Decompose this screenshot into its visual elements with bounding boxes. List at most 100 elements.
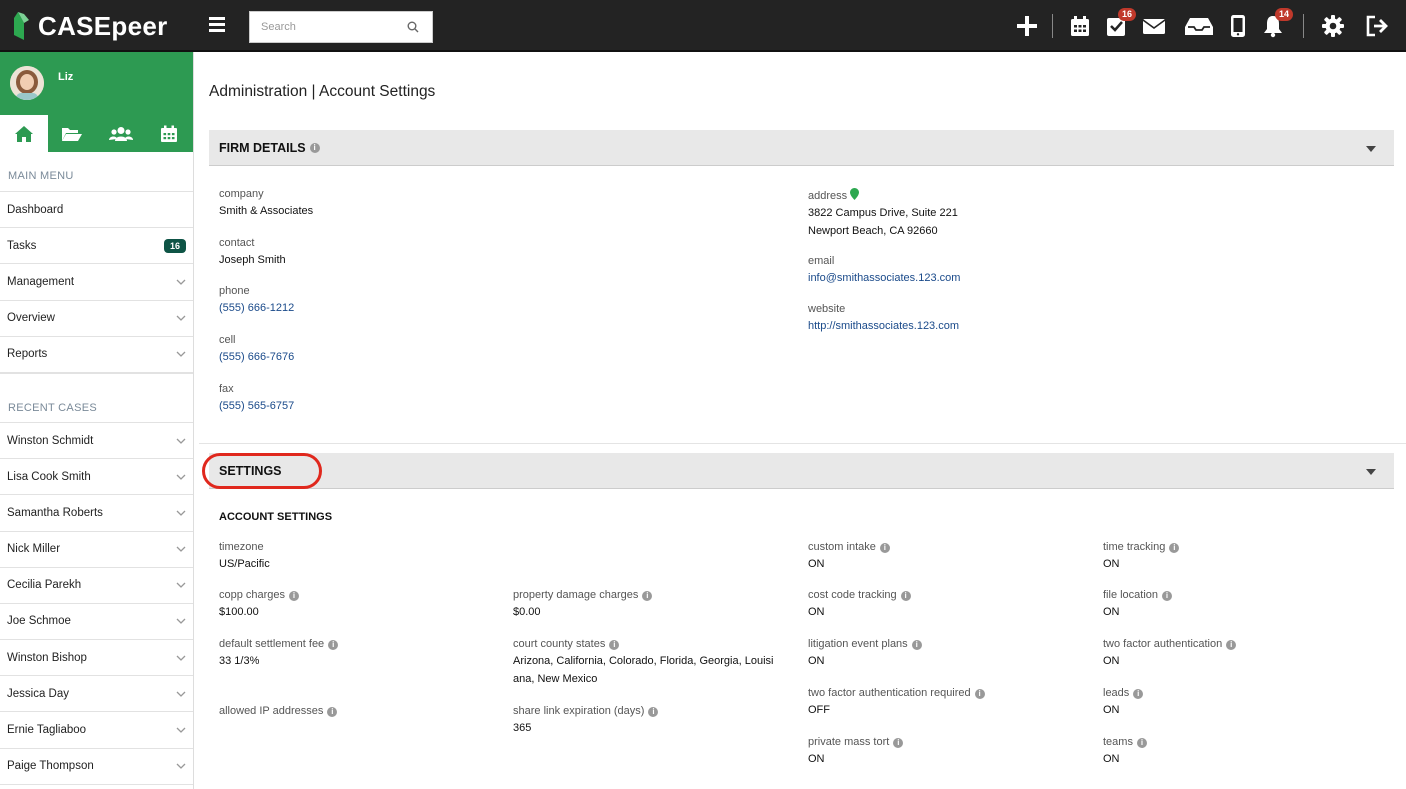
user-profile[interactable]: Liz — [0, 52, 193, 115]
field-label: private mass tort i — [808, 736, 904, 748]
chevron-down-icon — [176, 619, 186, 625]
notifications-button[interactable]: 14 — [1261, 8, 1293, 38]
info-icon[interactable]: i — [1136, 738, 1147, 748]
field-label: address — [808, 188, 958, 202]
recent-case-item[interactable]: Joe Schmoe — [0, 604, 193, 641]
info-icon[interactable]: i — [327, 707, 338, 717]
info-icon[interactable]: i — [648, 707, 659, 717]
tab-cases[interactable] — [48, 115, 96, 152]
field-label: two factor authentication i — [1103, 638, 1237, 650]
info-icon[interactable]: i — [911, 640, 922, 650]
settings-header[interactable]: SETTINGS — [209, 453, 1394, 489]
recent-case-label: Winston Bishop — [7, 651, 87, 664]
recent-case-label: Cecilia Parekh — [7, 579, 82, 592]
tab-home[interactable] — [0, 115, 49, 152]
field-label: phone — [219, 285, 250, 297]
info-icon[interactable]: i — [1133, 689, 1144, 699]
private-mass-tort-field: private mass tort i ON — [808, 736, 904, 768]
info-icon[interactable]: i — [974, 689, 985, 699]
recent-case-item[interactable]: Lisa Cook Smith — [0, 459, 193, 496]
property-damage-field: property damage charges i $0.00 — [513, 589, 653, 621]
sidebar-item-label: Reports — [7, 348, 48, 361]
search-input[interactable] — [250, 12, 400, 42]
logout-icon[interactable] — [1365, 14, 1389, 38]
sidebar-item-management[interactable]: Management — [0, 264, 193, 301]
chevron-down-icon — [176, 763, 186, 770]
recent-case-item[interactable]: Cecilia Parekh — [0, 568, 193, 604]
info-icon[interactable]: i — [900, 591, 911, 601]
email-link[interactable]: info@smithassociates.123.com — [808, 269, 960, 287]
cell-link[interactable]: (555) 666-7676 — [219, 348, 294, 366]
sidebar-item-overview[interactable]: Overview — [0, 301, 193, 337]
casepeer-logo[interactable]: CASEpeer — [10, 8, 168, 44]
field-label: teams i — [1103, 736, 1147, 748]
time-tracking-field: time tracking i ON — [1103, 541, 1180, 573]
info-icon[interactable]: i — [289, 591, 300, 601]
private-mass-tort-value: ON — [808, 753, 825, 765]
sidebar-tabs — [0, 115, 193, 152]
notifications-badge: 14 — [1274, 8, 1293, 21]
field-label: two factor authentication required i — [808, 687, 985, 699]
mobile-phone-icon[interactable] — [1226, 14, 1250, 38]
info-icon[interactable]: i — [309, 142, 320, 153]
leads-value: ON — [1103, 704, 1120, 716]
hamburger-menu-icon[interactable] — [209, 17, 225, 32]
search-icon[interactable] — [407, 21, 419, 33]
app-name: CASEpeer — [38, 10, 168, 41]
toolbar-divider — [1303, 14, 1304, 38]
sidebar-item-dashboard[interactable]: Dashboard — [0, 192, 193, 229]
tab-calendar[interactable] — [145, 115, 193, 152]
recent-case-item[interactable]: Paige Thompson — [0, 749, 193, 785]
map-pin-icon[interactable] — [850, 188, 860, 200]
mail-icon[interactable] — [1142, 14, 1166, 38]
teams-value: ON — [1103, 753, 1120, 765]
recent-case-item[interactable]: Ernie Tagliaboo — [0, 712, 193, 749]
copp-charges-value: $100.00 — [219, 606, 259, 618]
info-icon[interactable]: i — [642, 591, 653, 601]
info-icon[interactable]: i — [328, 640, 339, 650]
allowed-ip-field: allowed IP addresses i — [219, 705, 338, 717]
calendar-icon[interactable] — [1068, 14, 1092, 38]
court-county-states-field: court county states i Arizona, California… — [513, 638, 773, 688]
info-icon[interactable]: i — [1169, 543, 1180, 553]
field-label: file location i — [1103, 589, 1173, 601]
recent-case-label: Joe Schmoe — [7, 615, 71, 628]
recent-case-item[interactable]: Winston Schmidt — [0, 423, 193, 460]
custom-intake-field: custom intake i ON — [808, 541, 890, 573]
two-factor-required-field: two factor authentication required i OFF — [808, 687, 985, 719]
recent-case-item[interactable]: Samantha Roberts — [0, 495, 193, 532]
phone-link[interactable]: (555) 666-1212 — [219, 299, 294, 317]
sidebar-item-label: Management — [7, 275, 75, 288]
fax-link[interactable]: (555) 565-6757 — [219, 397, 294, 415]
info-icon[interactable]: i — [609, 640, 620, 650]
field-label: contact — [219, 237, 255, 249]
cost-code-tracking-value: ON — [808, 606, 825, 618]
tasks-button[interactable]: 16 — [1104, 8, 1136, 38]
sidebar: Liz MAIN MENU Dashboard Tasks 16 Manageme… — [0, 52, 194, 789]
tab-contacts[interactable] — [97, 115, 145, 152]
sidebar-item-reports[interactable]: Reports — [0, 337, 193, 373]
recent-case-item[interactable]: Nick Miller — [0, 532, 193, 568]
recent-case-item[interactable]: Jessica Day — [0, 676, 193, 713]
recent-case-item[interactable]: Winston Bishop — [0, 640, 193, 677]
info-icon[interactable]: i — [893, 738, 904, 748]
inbox-icon[interactable] — [1184, 14, 1214, 38]
plus-icon[interactable] — [1015, 14, 1039, 38]
contact-field: contact Joseph Smith — [219, 237, 286, 269]
avatar[interactable] — [10, 66, 44, 100]
info-icon[interactable]: i — [1162, 591, 1173, 601]
sidebar-item-tasks[interactable]: Tasks 16 — [0, 228, 193, 265]
chevron-down-icon — [176, 655, 186, 661]
fax-field: fax (555) 565-6757 — [219, 383, 294, 415]
firm-details-header[interactable]: FIRM DETAILS i — [209, 130, 1394, 166]
panel-title: FIRM DETAILS — [219, 140, 306, 155]
field-label: website — [808, 303, 846, 315]
caret-down-icon — [1366, 469, 1376, 475]
info-icon[interactable]: i — [1226, 640, 1237, 650]
field-label: email — [808, 255, 835, 267]
gear-icon[interactable] — [1321, 14, 1345, 38]
default-settlement-fee-value: 33 1/3% — [219, 655, 260, 667]
website-link[interactable]: http://smithassociates.123.com — [808, 317, 959, 335]
info-icon[interactable]: i — [879, 543, 890, 553]
address-field: address 3822 Campus Drive, Suite 221 New… — [808, 188, 958, 240]
